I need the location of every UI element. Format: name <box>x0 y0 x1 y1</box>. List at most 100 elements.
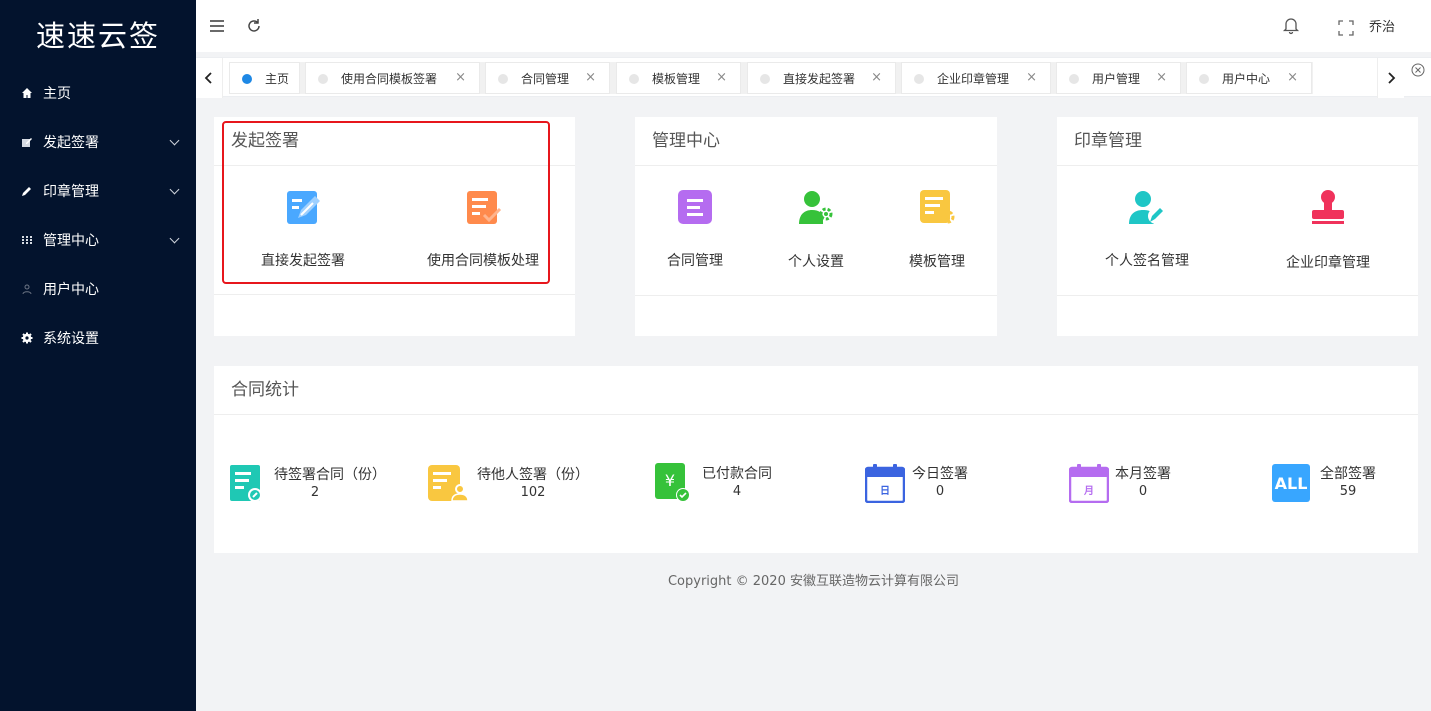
tab-close-icon[interactable]: × <box>585 71 596 85</box>
card-title: 合同统计 <box>214 366 1418 415</box>
close-circle-icon <box>1411 63 1425 77</box>
card-body: 合同管理 个人设置 模板管理 <box>635 166 997 296</box>
refresh-icon[interactable] <box>244 16 264 36</box>
card-title: 管理中心 <box>635 117 997 166</box>
tab-scroll-left[interactable] <box>196 58 223 98</box>
sidebar-item-manage[interactable]: 管理中心 <box>0 217 196 266</box>
template-manage-action[interactable]: 模板管理 <box>867 166 1007 295</box>
tab-scroll-right[interactable] <box>1377 58 1404 98</box>
template-manage-icon <box>920 190 955 224</box>
sidebar-item-label: 系统设置 <box>43 331 99 347</box>
sidebar-item-label: 管理中心 <box>43 233 99 249</box>
chevron-left-icon <box>204 72 212 84</box>
waiting-others-icon <box>428 465 469 502</box>
template-sign-action[interactable]: 使用合同模板处理 <box>413 166 553 295</box>
stat-value: 0 <box>935 484 945 499</box>
tab-bar: 主页 使用合同模板签署 × 合同管理 × 模板管理 × 直接发起签署 × 企业印章管理 ×… <box>196 57 1431 98</box>
calendar-month-icon: 月 <box>1069 464 1109 503</box>
stat-value: 2 <box>310 485 320 500</box>
tab-status-dot <box>1069 74 1079 84</box>
seal-stamp-icon <box>1312 190 1344 224</box>
tab-status-dot <box>318 74 328 84</box>
card-body: 直接发起签署 使用合同模板处理 <box>214 166 575 295</box>
chevron-down-icon <box>169 233 180 244</box>
tab-direct-sign[interactable]: 直接发起签署 × <box>747 62 896 94</box>
stat-value: 102 <box>520 485 546 500</box>
sidebar-item-start-sign[interactable]: 发起签署 <box>0 119 196 168</box>
tab-status-dot <box>498 74 508 84</box>
tab-close-icon[interactable]: × <box>1026 71 1037 85</box>
stat-waiting-others[interactable]: 待他人签署（份） 102 <box>428 465 618 509</box>
stat-label: 今日签署 <box>912 466 968 482</box>
company-seal-action[interactable]: 企业印章管理 <box>1258 166 1398 295</box>
tab-label: 直接发起签署 <box>783 72 856 86</box>
start-sign-card: 发起签署 直接发起签署 使用合同模板处理 <box>214 117 575 336</box>
tab-home[interactable]: 主页 <box>229 62 300 94</box>
sidebar-item-label: 印章管理 <box>43 184 99 200</box>
direct-sign-action[interactable]: 直接发起签署 <box>233 166 373 295</box>
stat-month-sign[interactable]: 月 本月签署 0 <box>1069 463 1259 507</box>
bell-icon[interactable] <box>1281 15 1301 35</box>
user-name[interactable]: 乔治 <box>1369 16 1395 35</box>
stat-value: 4 <box>732 484 742 499</box>
stat-label: 全部签署 <box>1320 466 1376 482</box>
stat-value: 59 <box>1339 484 1357 499</box>
sidebar-item-label: 主页 <box>43 86 71 102</box>
stat-paid-contract[interactable]: ¥ 已付款合同 4 <box>653 463 843 507</box>
stat-pending-sign[interactable]: 待签署合同（份） 2 <box>230 465 420 509</box>
tab-status-dot <box>760 74 770 84</box>
tab-label: 使用合同模板签署 <box>341 72 438 86</box>
tab-status-dot <box>242 74 252 84</box>
close-all-tabs-button[interactable] <box>1404 58 1431 98</box>
fullscreen-icon[interactable] <box>1336 18 1356 38</box>
contract-manage-action[interactable]: 合同管理 <box>625 166 765 295</box>
sidebar-item-settings[interactable]: 系统设置 <box>0 315 196 364</box>
tab-close-icon[interactable]: × <box>871 71 882 85</box>
stat-today-sign[interactable]: 日 今日签署 0 <box>865 463 1055 507</box>
sidebar-item-user-center[interactable]: 用户中心 <box>0 266 196 315</box>
all-icon-text: ALL <box>1275 474 1308 493</box>
action-label: 合同管理 <box>667 253 723 269</box>
contract-stats-card: 合同统计 待签署合同（份） 2 待他人签署（份） 102 ¥ 已付款合同 4 日… <box>214 366 1418 553</box>
app-logo: 速速云签 <box>35 19 160 53</box>
gear-icon <box>21 332 33 344</box>
tab-contract-manage[interactable]: 合同管理 × <box>485 62 610 94</box>
personal-signature-action[interactable]: 个人签名管理 <box>1077 166 1217 295</box>
stat-all-sign[interactable]: ALL 全部签署 59 <box>1272 464 1431 508</box>
paid-contract-icon-text: ¥ <box>665 471 675 490</box>
chevron-down-icon <box>169 184 180 195</box>
calendar-month-icon-text: 月 <box>1083 485 1094 497</box>
sidebar-item-label: 发起签署 <box>43 135 99 151</box>
tab-template-sign[interactable]: 使用合同模板签署 × <box>305 62 480 94</box>
card-title: 发起签署 <box>214 117 575 166</box>
template-sign-icon <box>467 191 502 224</box>
tab-close-icon[interactable]: × <box>1156 71 1167 85</box>
tab-user-center[interactable]: 用户中心 × <box>1186 62 1312 94</box>
top-bar: 乔治 <box>196 0 1431 52</box>
tab-user-manage[interactable]: 用户管理 × <box>1056 62 1181 94</box>
tab-strip: 主页 使用合同模板签署 × 合同管理 × 模板管理 × 直接发起签署 × 企业印章管理 ×… <box>229 62 1313 94</box>
personal-settings-action[interactable]: 个人设置 <box>746 166 886 295</box>
menu-toggle-icon[interactable] <box>207 16 227 36</box>
home-icon <box>22 88 32 98</box>
tab-company-seal[interactable]: 企业印章管理 × <box>901 62 1051 94</box>
chevron-down-icon <box>169 135 180 146</box>
seal-manage-card: 印章管理 个人签名管理 企业印章管理 <box>1057 117 1418 336</box>
sidebar-item-home[interactable]: 主页 <box>0 70 196 119</box>
sidebar-item-seal[interactable]: 印章管理 <box>0 168 196 217</box>
tab-close-icon[interactable]: × <box>455 71 466 85</box>
calendar-today-icon: 日 <box>865 464 905 503</box>
chevron-right-icon <box>1388 72 1396 84</box>
grid-icon <box>22 236 32 244</box>
paid-contract-icon: ¥ <box>655 463 690 502</box>
tab-label: 主页 <box>265 72 290 86</box>
action-label: 直接发起签署 <box>261 253 345 269</box>
main-area: 乔治 主页 使用合同模板签署 × 合同管理 × 模板管理 × 直接发起签署 × 企业印章… <box>196 0 1431 711</box>
tab-close-icon[interactable]: × <box>716 71 727 85</box>
edit-icon <box>22 138 32 147</box>
action-label: 个人设置 <box>788 254 844 270</box>
tab-close-icon[interactable]: × <box>1287 71 1298 85</box>
tab-template-manage[interactable]: 模板管理 × <box>616 62 741 94</box>
action-label: 使用合同模板处理 <box>427 253 539 269</box>
contract-manage-icon <box>678 190 712 224</box>
